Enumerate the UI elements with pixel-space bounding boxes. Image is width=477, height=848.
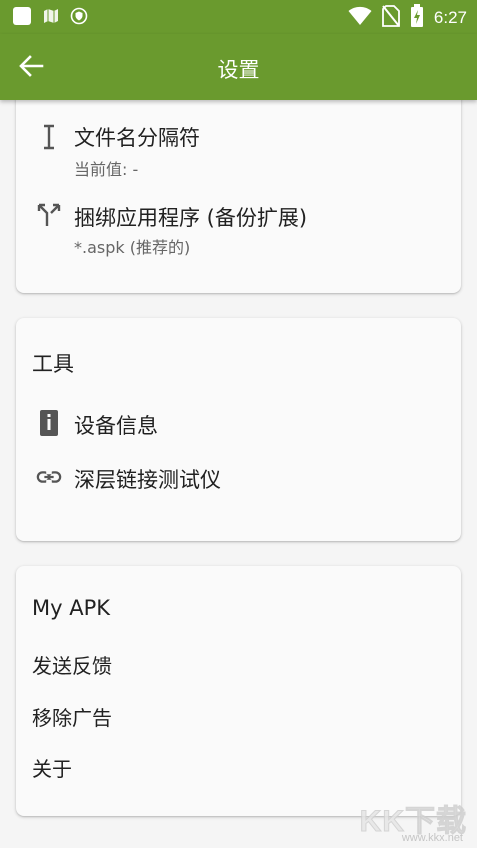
shield-icon — [70, 7, 88, 29]
app-bar: 设置 — [0, 34, 477, 100]
section-heading: My APK — [32, 596, 111, 620]
device-info-icon — [36, 410, 62, 436]
map-icon — [42, 7, 60, 29]
tool-title: 深层链接测试仪 — [74, 468, 221, 492]
wifi-icon — [348, 6, 372, 30]
setting-filename-separator[interactable]: 文件名分隔符 当前值: - — [16, 112, 461, 179]
status-bar: 6:27 — [0, 0, 477, 34]
watermark: KK下载 www.kkx.net — [351, 796, 469, 845]
section-heading: 工具 — [32, 352, 74, 376]
send-feedback-item[interactable]: 发送反馈 — [32, 650, 112, 679]
merge-icon — [36, 202, 62, 228]
remove-ads-item[interactable]: 移除广告 — [32, 702, 112, 731]
tool-title: 设备信息 — [74, 414, 158, 438]
setting-subtitle: *.aspk (推荐的) — [74, 238, 191, 257]
setting-subtitle: 当前值: - — [74, 160, 139, 179]
app-square-icon — [12, 6, 32, 30]
settings-card-tools: 工具 设备信息 深层链接测试仪 — [16, 318, 461, 541]
status-time: 6:27 — [433, 8, 467, 27]
status-right-icons: 6:27 — [348, 4, 467, 32]
about-item[interactable]: 关于 — [32, 753, 72, 782]
settings-card-general: 文件名分隔符 当前值: - 捆绑应用程序 (备份扩展) *.aspk (推荐的) — [16, 94, 461, 293]
page-title: 设置 — [217, 58, 260, 82]
tool-device-info[interactable]: 设备信息 — [16, 402, 461, 446]
link-icon — [36, 464, 62, 490]
setting-bundle-apps[interactable]: 捆绑应用程序 (备份扩展) *.aspk (推荐的) — [16, 192, 461, 258]
setting-title: 文件名分隔符 — [74, 126, 200, 150]
tool-deep-link-tester[interactable]: 深层链接测试仪 — [16, 456, 461, 500]
status-left-icons — [12, 6, 88, 30]
settings-card-myapk: My APK 发送反馈 移除广告 关于 — [16, 566, 461, 816]
text-cursor-icon — [36, 124, 62, 150]
no-sim-icon — [382, 5, 400, 31]
battery-charging-icon — [410, 4, 424, 32]
watermark-url: www.kkx.net — [401, 832, 463, 844]
setting-title: 捆绑应用程序 (备份扩展) — [74, 206, 308, 230]
